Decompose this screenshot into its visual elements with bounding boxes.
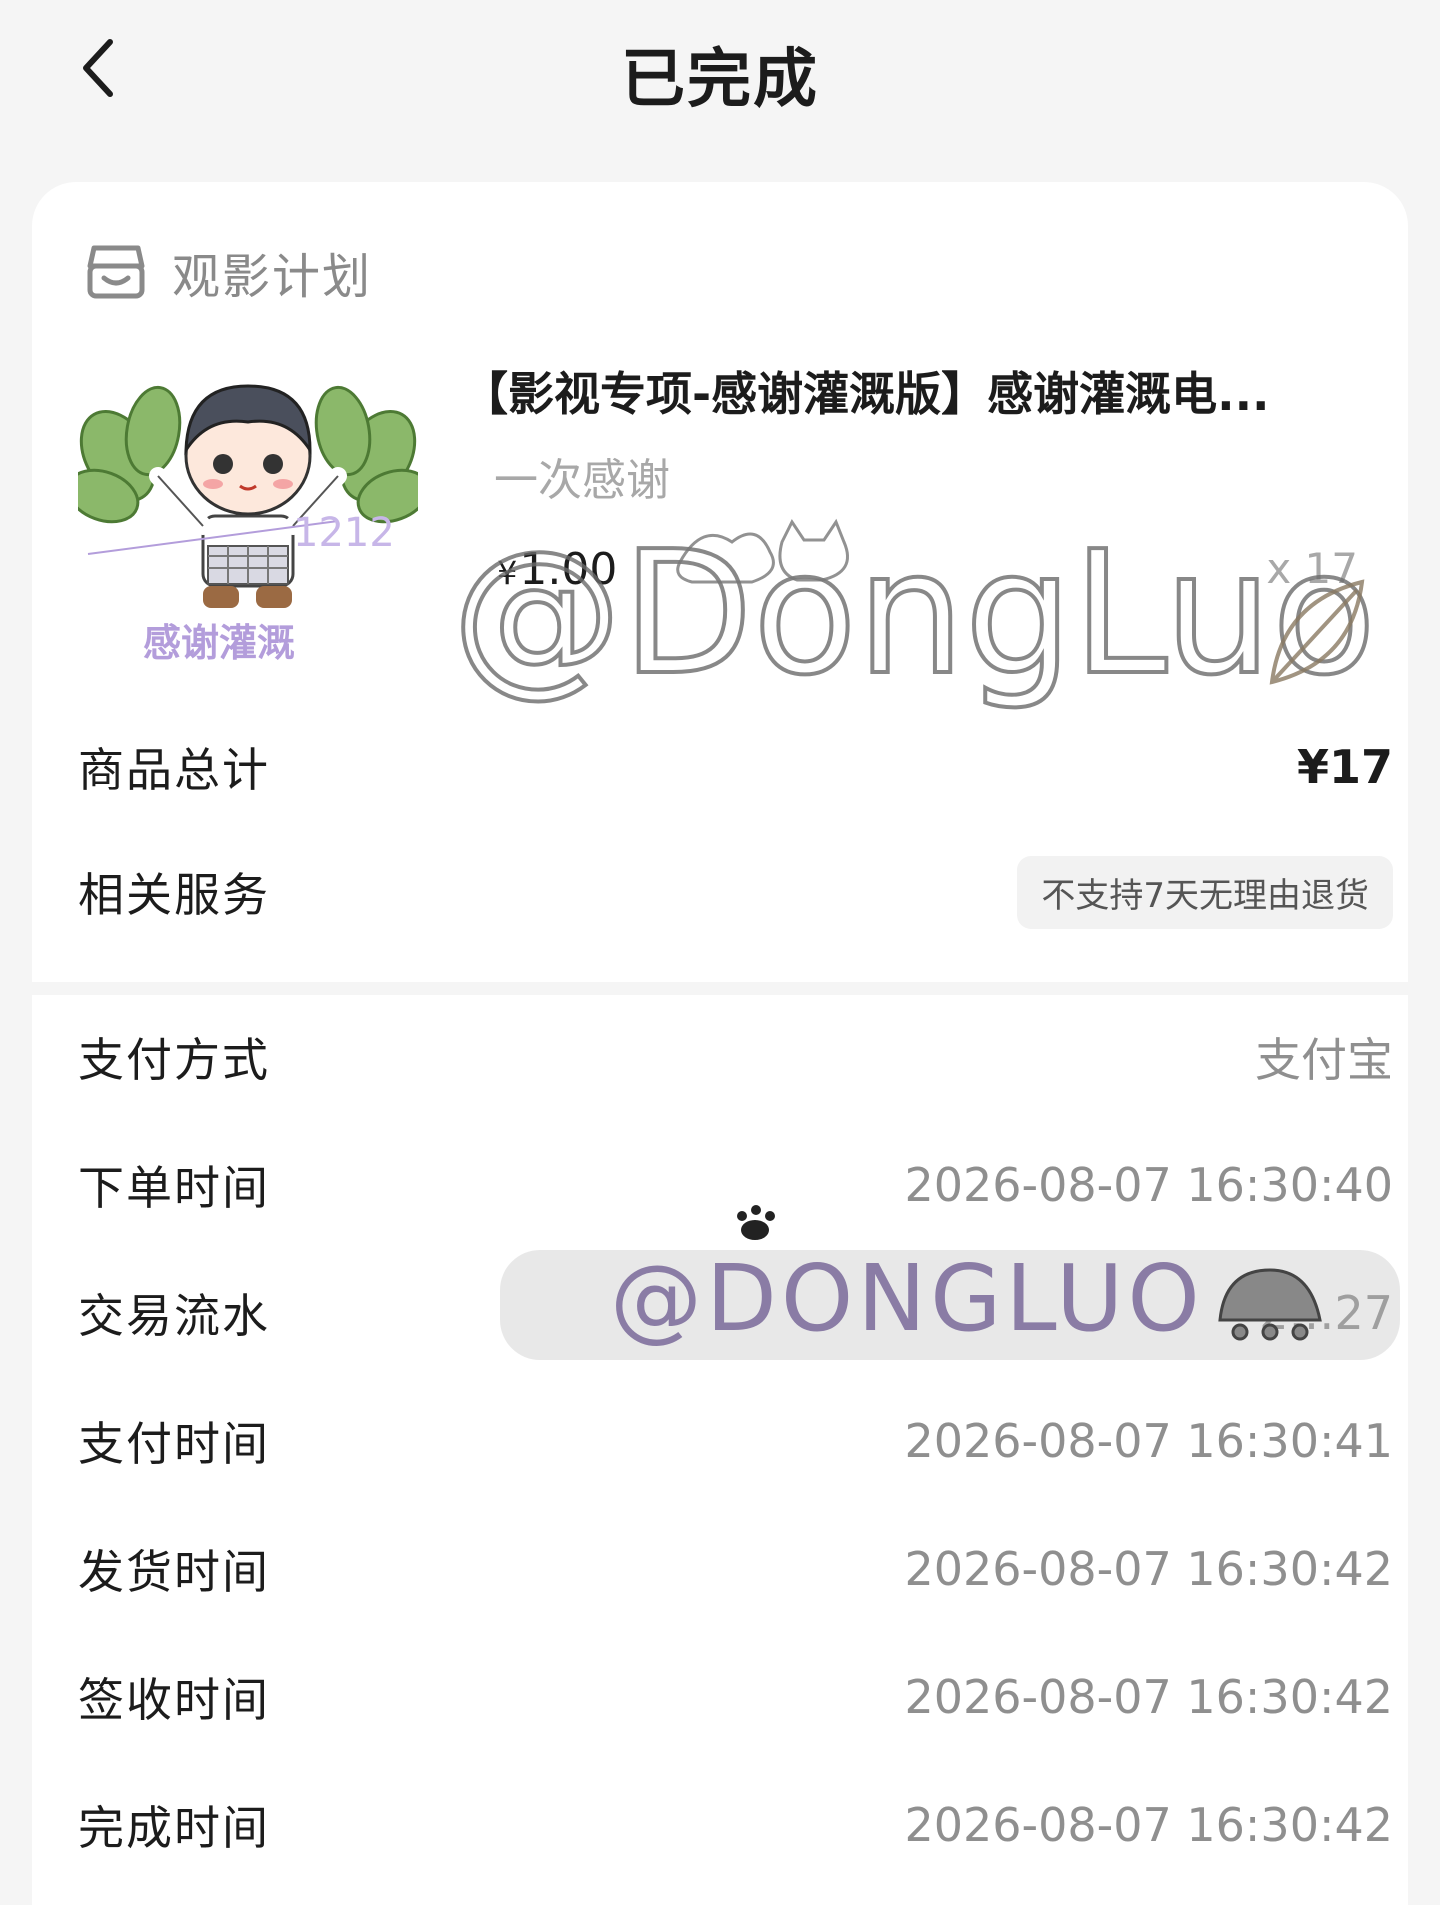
total-row: 商品总计 ¥17 — [78, 727, 1393, 807]
cat-doodle-icon — [676, 518, 849, 584]
detail-row-complete-time: 完成时间 2026-08-07 16:30:42 — [78, 1785, 1393, 1865]
detail-value: 2026-08-07 16:30:41 — [904, 1414, 1393, 1468]
detail-label: 签收时间 — [78, 1673, 270, 1727]
service-label: 相关服务 — [78, 868, 270, 922]
product-price: ¥1.00 — [497, 544, 617, 595]
detail-row-transaction-id: 交易流水 2…27 — [78, 1273, 1393, 1353]
detail-row-ship-time: 发货时间 2026-08-07 16:30:42 — [78, 1529, 1393, 1609]
service-badge: 不支持7天无理由退货 — [1017, 855, 1393, 929]
price-value: 1.00 — [519, 544, 618, 595]
product-card: 观影计划 1212 感谢灌溉 【影视专项-感谢灌溉版】感谢灌溉电... 一次感谢… — [32, 182, 1408, 982]
detail-value: 2026-08-07 16:30:42 — [904, 1670, 1393, 1724]
thumb-scribble: 1212 — [293, 510, 395, 556]
page-title: 已完成 — [621, 43, 819, 117]
order-details-card: 支付方式 支付宝 下单时间 2026-08-07 16:30:40 交易流水 2… — [32, 995, 1408, 1905]
store-name: 观影计划 — [172, 249, 373, 305]
leaf-doodle-icon — [1269, 579, 1365, 685]
currency-symbol: ¥ — [497, 554, 518, 592]
nav-bar: 已完成 — [0, 0, 1440, 140]
product-quantity: x 17 — [1266, 544, 1358, 593]
detail-value[interactable]: 2…27 — [1259, 1286, 1393, 1340]
detail-label: 下单时间 — [78, 1161, 270, 1215]
store-row[interactable]: 观影计划 — [80, 232, 372, 312]
order-detail-page: 已完成 观影计划 1212 感谢灌溉 【影视专项-感谢灌溉版】感谢灌溉电... … — [0, 0, 1440, 1905]
shop-icon — [80, 236, 152, 308]
detail-label: 发货时间 — [78, 1545, 270, 1599]
product-title[interactable]: 【影视专项-感谢灌溉版】感谢灌溉电... — [462, 358, 1392, 424]
detail-row-payment-time: 支付时间 2026-08-07 16:30:41 — [78, 1401, 1393, 1481]
detail-row-order-time: 下单时间 2026-08-07 16:30:40 — [78, 1145, 1393, 1225]
total-label: 商品总计 — [78, 743, 270, 797]
detail-value: 2026-08-07 16:30:40 — [904, 1158, 1393, 1212]
detail-row-receive-time: 签收时间 2026-08-07 16:30:42 — [78, 1657, 1393, 1737]
detail-value: 2026-08-07 16:30:42 — [904, 1542, 1393, 1596]
detail-row-payment-method: 支付方式 支付宝 — [78, 1017, 1393, 1097]
handwritten-watermark: @DongLuo — [452, 513, 1378, 715]
detail-value: 支付宝 — [1255, 1033, 1393, 1087]
service-row: 相关服务 不支持7天无理由退货 — [78, 852, 1393, 932]
detail-value: 2026-08-07 16:30:42 — [904, 1798, 1393, 1852]
detail-label: 支付方式 — [78, 1033, 270, 1087]
detail-label: 交易流水 — [78, 1289, 270, 1343]
detail-label: 支付时间 — [78, 1417, 270, 1471]
product-spec: 一次感谢 — [494, 455, 670, 506]
total-value: ¥17 — [1296, 740, 1393, 794]
thumb-caption: 感谢灌溉 — [143, 621, 295, 665]
detail-label: 完成时间 — [78, 1801, 270, 1855]
product-thumbnail[interactable]: 1212 感谢灌溉 — [78, 346, 418, 686]
